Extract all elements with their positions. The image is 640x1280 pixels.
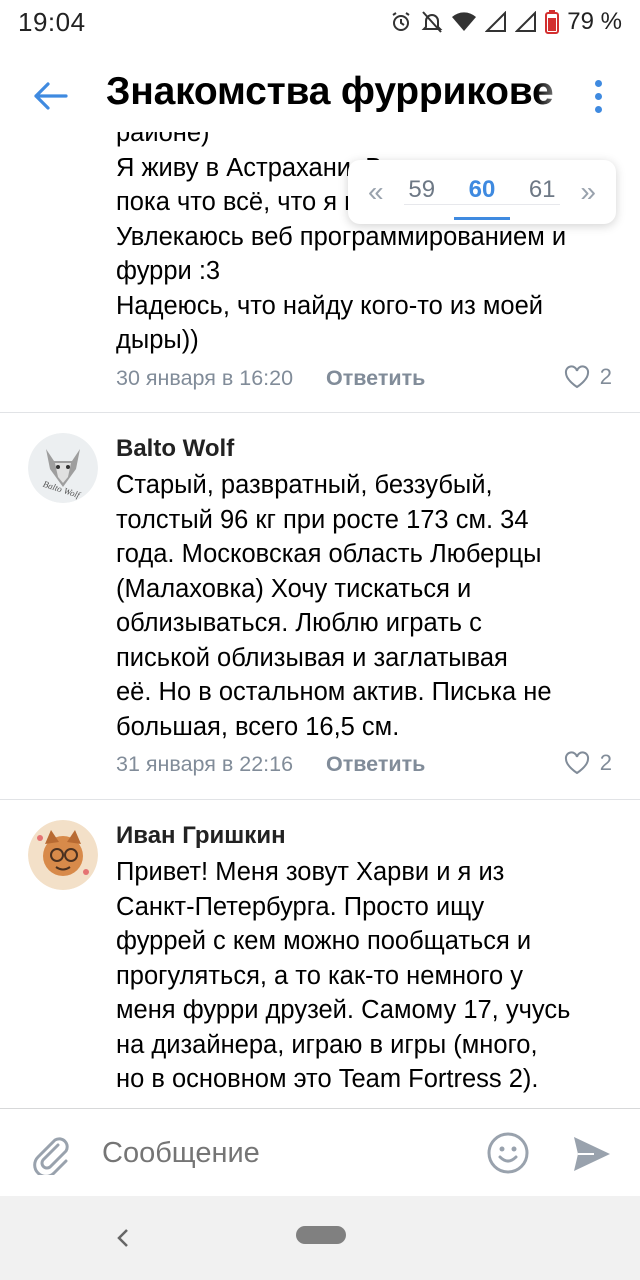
comment-date: 30 января в 16:20 <box>116 366 294 390</box>
comment-line: писькой облизывая и заглатывая <box>116 643 508 672</box>
status-time: 19:04 <box>18 6 86 37</box>
more-vertical-icon <box>594 79 602 87</box>
comment-line: Санкт-Петербурга. Просто ищу <box>116 892 485 921</box>
comment-line: её. Но в остальном актив. Писька не <box>116 678 552 706</box>
header: Знакомства фуррикове <box>0 56 640 132</box>
comment-line: Старый, развратный, беззубый, <box>116 471 493 499</box>
comment-line: года. Московская область Люберцы <box>116 540 542 568</box>
status-bar: 19:04 79 % <box>0 0 640 44</box>
smile-icon <box>487 1132 529 1174</box>
prev-page-button[interactable]: « <box>368 176 384 208</box>
alarm-icon <box>392 12 410 31</box>
wolf-avatar-icon: Balto Wolf <box>28 433 98 503</box>
comment-author[interactable]: Balto Wolf <box>116 435 234 463</box>
comment-line: облизываться. Люблю играть с <box>116 609 482 637</box>
nav-back-button[interactable] <box>110 1222 136 1254</box>
status-icons: 79 % <box>389 8 622 36</box>
send-button[interactable] <box>570 1133 612 1175</box>
comment-line: на дизайнера, играю в игры (много, <box>116 1030 538 1059</box>
like-button[interactable]: 2 <box>564 750 612 776</box>
comment-text: Привет! Меня зовут Харви и я из Санкт-Пе… <box>116 855 616 1097</box>
heart-icon <box>564 751 589 775</box>
page-title: Знакомства фуррикове <box>106 70 576 114</box>
like-button[interactable]: 2 <box>564 364 612 390</box>
comment-line: меня фурри друзей. Самому 17, учусь <box>116 996 571 1024</box>
more-vertical-icon-dot <box>594 92 602 100</box>
comment-line: (Малаховка) Хочу тискаться и <box>116 574 472 603</box>
comment-line: Привет! Меня зовут Харви и я из <box>116 858 505 886</box>
comment-line: толстый 96 кг при росте 173 см. 34 <box>116 505 529 534</box>
send-icon <box>574 1137 610 1171</box>
reply-button[interactable]: Ответить <box>326 752 425 777</box>
signal-icon-2 <box>515 11 537 32</box>
paperclip-icon <box>33 1137 69 1178</box>
comment-line: фуррей с кем можно пообщаться и <box>116 927 532 955</box>
comment-line: Надеюсь, что найду кого-то из моей <box>116 291 544 320</box>
fox-avatar-icon <box>28 820 98 890</box>
comment-line: Увлекаюсь веб программированием и <box>116 222 567 251</box>
page-61-button[interactable]: 61 <box>520 176 564 208</box>
back-button[interactable] <box>28 74 72 118</box>
page-pagination: « 59 60 61 » <box>348 160 616 224</box>
more-vertical-icon-dot-2 <box>594 105 602 113</box>
heart-icon <box>564 365 589 389</box>
attach-button[interactable] <box>28 1131 72 1178</box>
comment-text: Старый, развратный, беззубый, толстый 96… <box>116 468 616 744</box>
page-59-button[interactable]: 59 <box>400 176 444 208</box>
comment-line: но в основном это Team Fortress 2). <box>116 1065 539 1093</box>
signal-icon <box>485 11 507 32</box>
arrow-left-icon <box>34 82 68 110</box>
battery-level: 79 % <box>567 8 622 35</box>
avatar[interactable] <box>28 820 98 890</box>
comments-feed[interactable]: районе) Я живу в Астрахани. Вот и пока ч… <box>0 132 640 1108</box>
comment-line: прогуляться, а то как-то немного у <box>116 961 523 990</box>
comment-author[interactable]: Иван Гришкин <box>116 822 286 850</box>
comment-date: 31 января в 22:16 <box>116 752 294 776</box>
avatar[interactable]: Balto Wolf <box>28 433 98 503</box>
comment-line: фурри :3 <box>116 257 221 285</box>
nav-home-button[interactable] <box>296 1226 346 1244</box>
comment-item: Balto Wolf Balto Wolf Старый, развратный… <box>0 413 640 799</box>
next-page-button[interactable]: » <box>580 176 596 208</box>
more-menu-button[interactable] <box>584 74 612 118</box>
notifications-off-icon <box>421 11 443 33</box>
comment-line: дыры)) <box>116 326 199 354</box>
comment-line: районе) <box>116 132 210 147</box>
message-composer <box>0 1108 640 1196</box>
comment-item: Иван Гришкин Привет! Меня зовут Харви и … <box>0 800 640 1108</box>
reply-button[interactable]: Ответить <box>326 366 425 391</box>
like-count: 2 <box>599 364 612 389</box>
chevron-left-icon <box>117 1229 128 1247</box>
wifi-icon <box>452 12 477 31</box>
system-nav-bar <box>0 1196 640 1280</box>
comment-line: большая, всего 16,5 см. <box>116 712 400 741</box>
emoji-button[interactable] <box>486 1131 530 1175</box>
message-input[interactable] <box>102 1133 462 1173</box>
page-60-button[interactable]: 60 <box>453 176 510 220</box>
battery-icon <box>545 10 560 34</box>
like-count: 2 <box>599 750 612 775</box>
